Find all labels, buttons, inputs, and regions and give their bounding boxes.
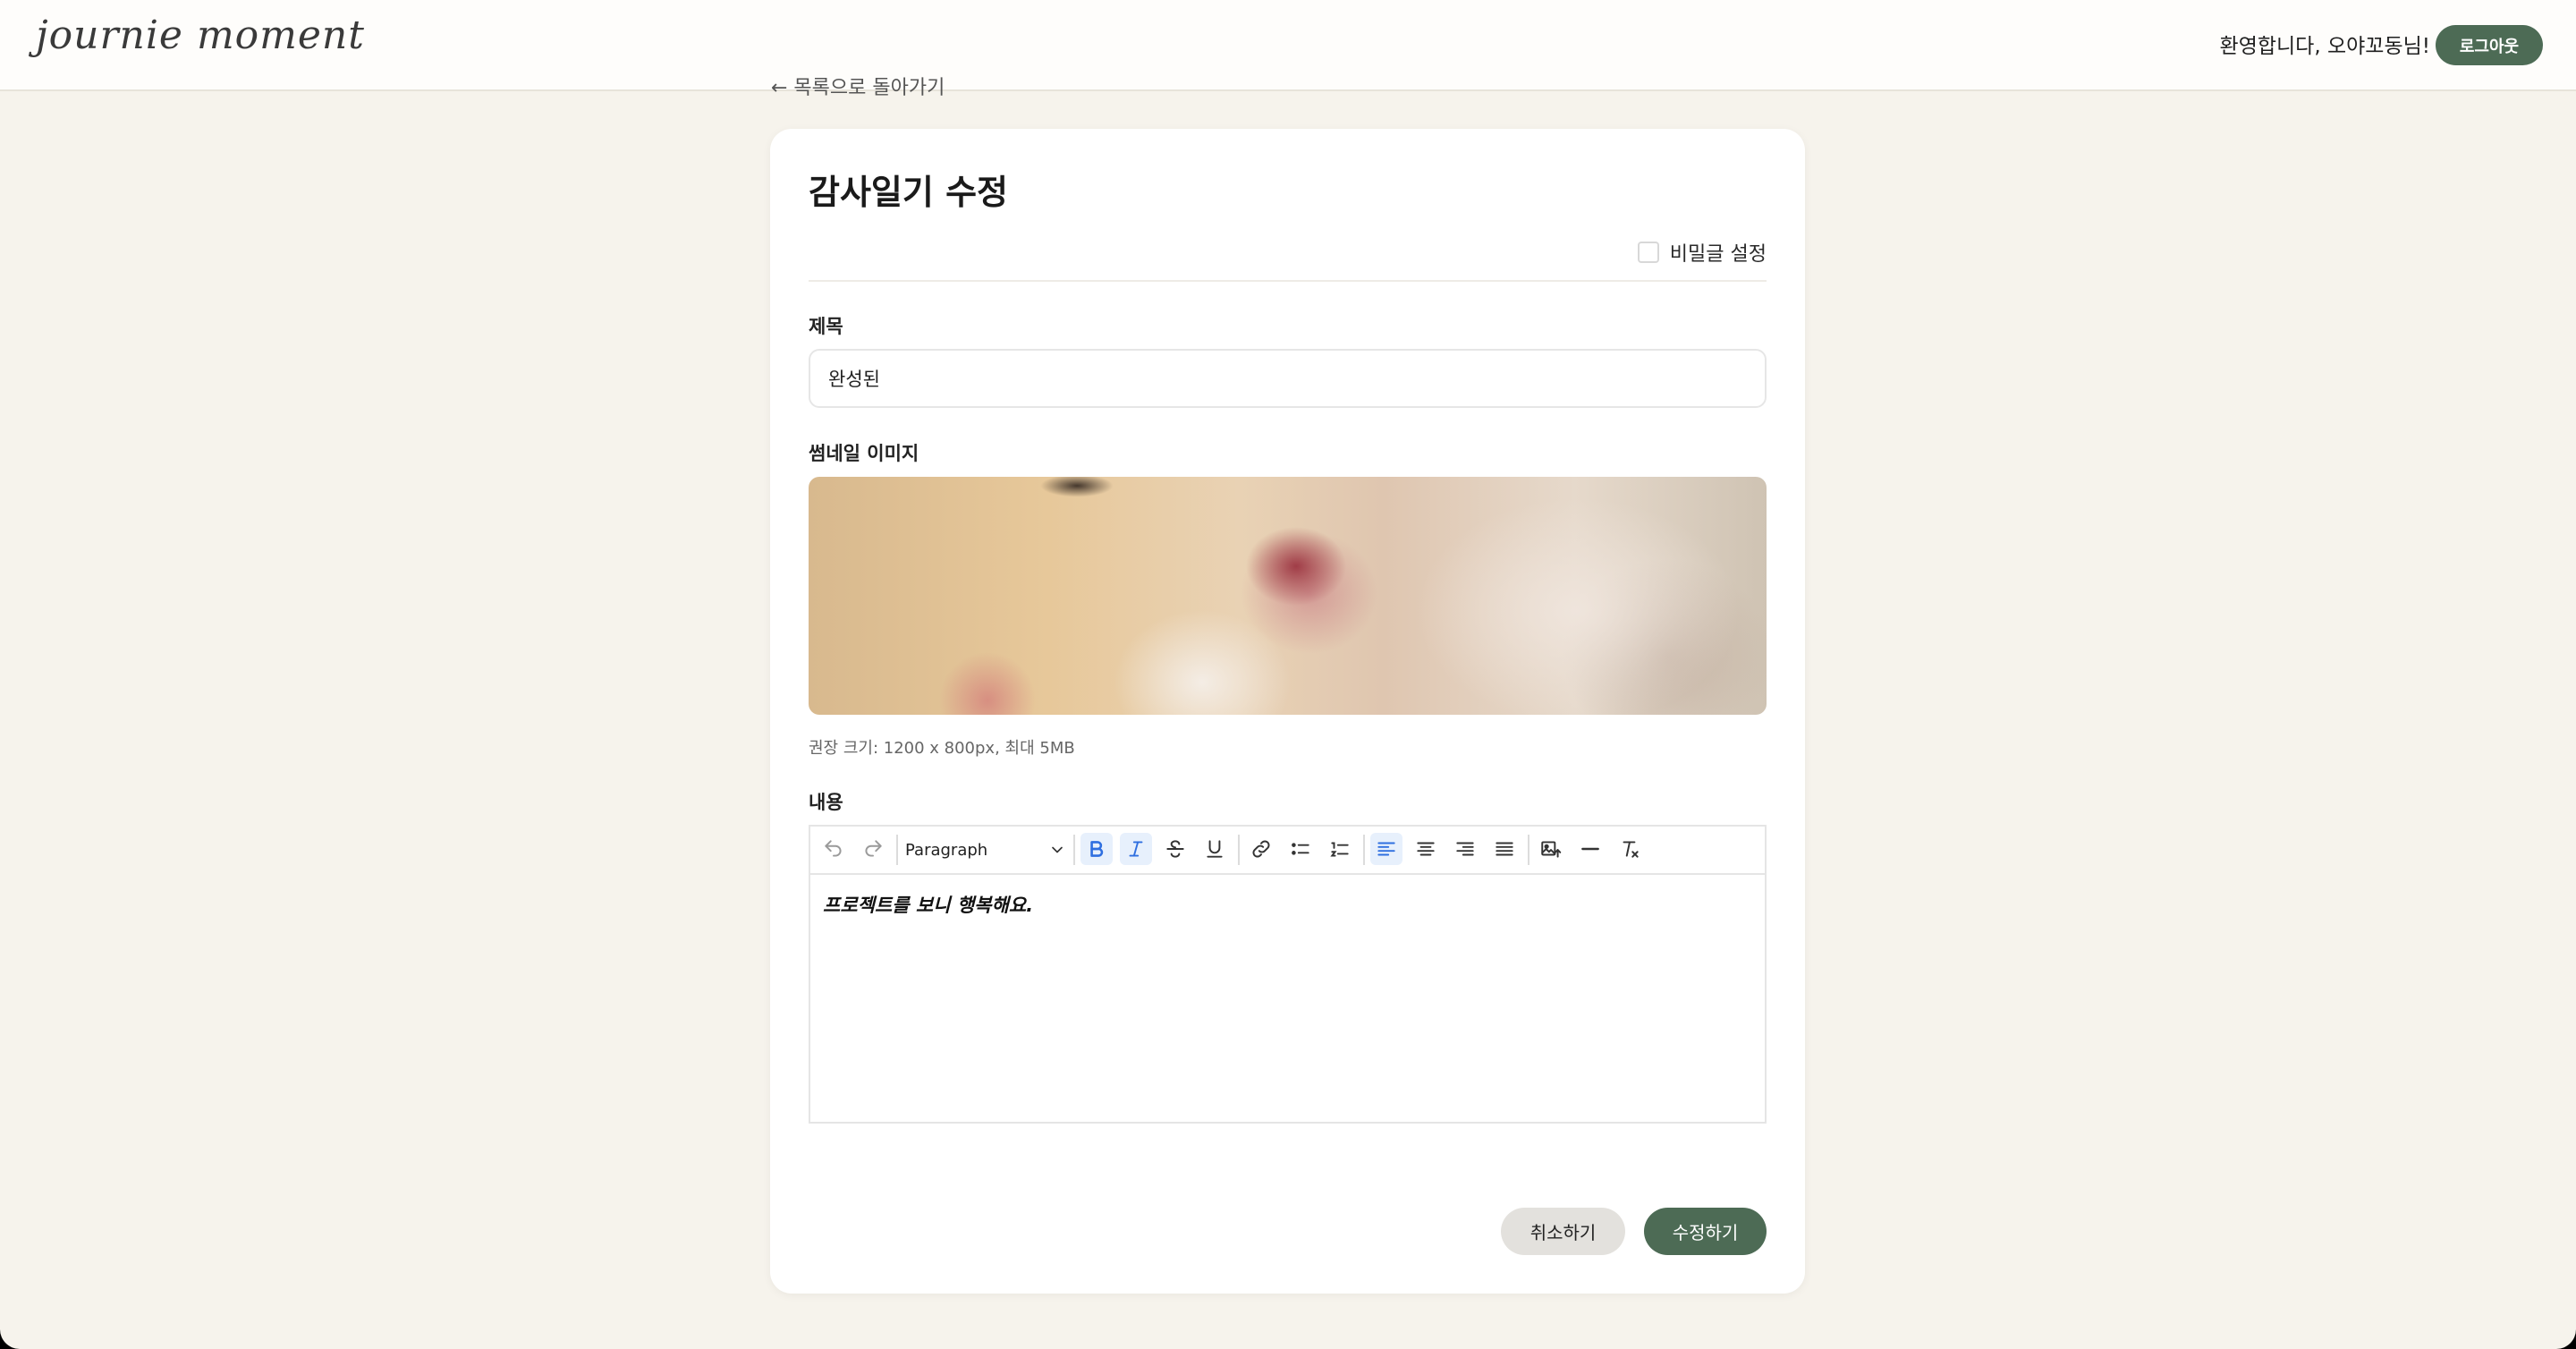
page-title: 감사일기 수정	[809, 173, 1008, 212]
numbered-list-icon[interactable]	[1324, 833, 1356, 865]
divider	[809, 280, 1767, 282]
clear-format-icon[interactable]	[1614, 833, 1646, 865]
edit-form-card: 감사일기 수정 비밀글 설정 제목 썸네일 이미지 권장 크기: 1200 x …	[770, 129, 1805, 1294]
rich-text-editor[interactable]: Paragraph 프로젝트를 보니 행복해요.	[809, 825, 1767, 1124]
submit-button[interactable]: 수정하기	[1644, 1208, 1767, 1255]
chevron-down-icon	[1052, 846, 1063, 853]
toolbar-separator	[1238, 835, 1240, 865]
align-left-icon[interactable]	[1370, 833, 1402, 865]
redo-icon[interactable]	[857, 833, 889, 865]
back-link[interactable]: ← 목록으로 돌아가기	[771, 72, 945, 100]
logo[interactable]: journie moment	[36, 13, 365, 58]
toolbar-separator	[1073, 835, 1075, 865]
italic-icon[interactable]	[1120, 833, 1152, 865]
bold-icon[interactable]	[1080, 833, 1113, 865]
secret-toggle[interactable]: 비밀글 설정	[1637, 238, 1767, 267]
bullet-list-icon[interactable]	[1284, 833, 1317, 865]
toolbar-separator	[896, 835, 898, 865]
align-right-icon[interactable]	[1449, 833, 1481, 865]
secret-label[interactable]: 비밀글 설정	[1670, 238, 1767, 267]
app-viewport: journie moment 환영합니다, 오야꼬동님! 로그아웃 ← 목록으로…	[0, 0, 2576, 1349]
align-justify-icon[interactable]	[1488, 833, 1521, 865]
logout-button[interactable]: 로그아웃	[2436, 25, 2543, 65]
toolbar-separator	[1363, 835, 1365, 865]
thumbnail-image[interactable]	[809, 477, 1767, 715]
underline-icon[interactable]	[1199, 833, 1231, 865]
header: journie moment 환영합니다, 오야꼬동님! 로그아웃	[0, 0, 2576, 91]
strikethrough-icon[interactable]	[1159, 833, 1191, 865]
thumbnail-label: 썸네일 이미지	[809, 443, 919, 464]
content-label: 내용	[809, 792, 843, 813]
thumbnail-hint: 권장 크기: 1200 x 800px, 최대 5MB	[809, 739, 1075, 758]
title-label: 제목	[809, 316, 843, 337]
title-input[interactable]	[809, 349, 1767, 408]
welcome-message: 환영합니다, 오야꼬동님!	[2219, 35, 2430, 58]
block-format-select[interactable]: Paragraph	[905, 834, 1066, 866]
align-center-icon[interactable]	[1410, 833, 1442, 865]
editor-content[interactable]: 프로젝트를 보니 행복해요.	[823, 891, 1033, 918]
block-format-label: Paragraph	[905, 840, 988, 860]
link-icon[interactable]	[1245, 833, 1277, 865]
editor-toolbar: Paragraph	[810, 827, 1765, 875]
image-upload-icon[interactable]	[1535, 833, 1567, 865]
cancel-button[interactable]: 취소하기	[1501, 1208, 1625, 1255]
horizontal-rule-icon[interactable]	[1574, 833, 1606, 865]
toolbar-separator	[1528, 835, 1530, 865]
secret-checkbox[interactable]	[1637, 242, 1659, 263]
undo-icon[interactable]	[818, 833, 850, 865]
